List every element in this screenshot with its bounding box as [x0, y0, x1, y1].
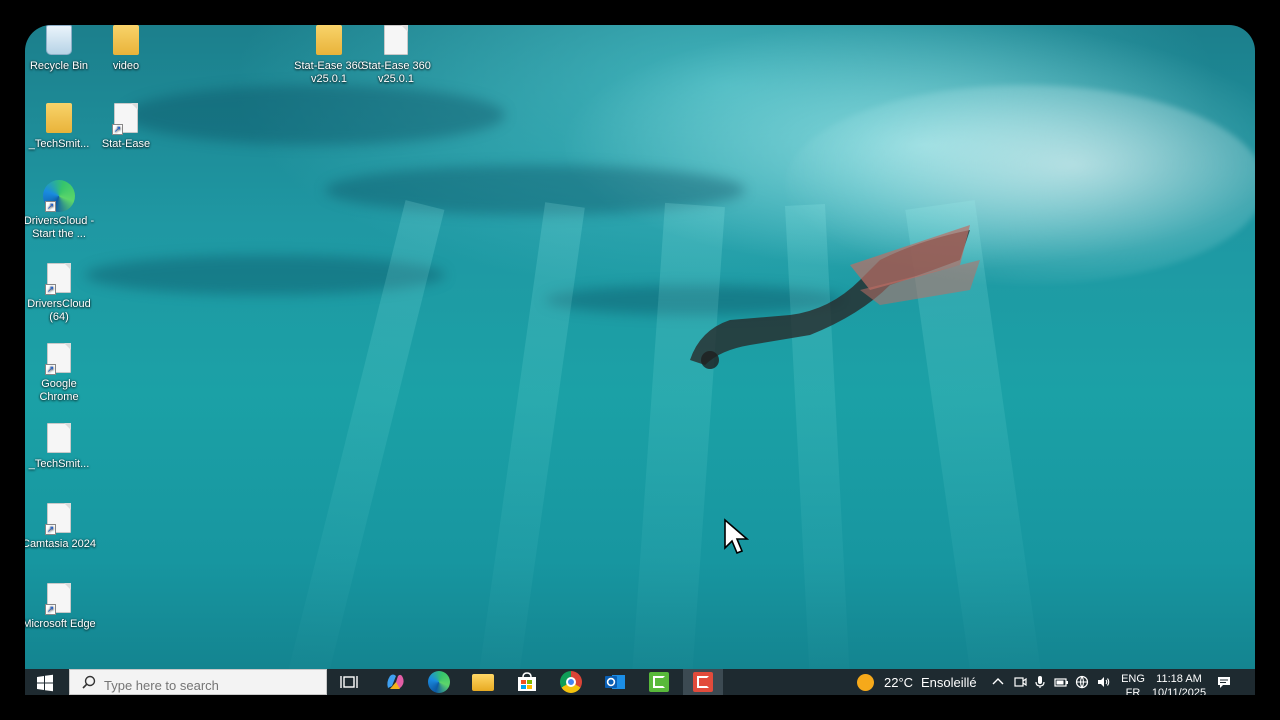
copilot-button[interactable]	[375, 669, 415, 695]
volume-icon[interactable]	[1096, 675, 1110, 689]
recycle-bin-icon	[46, 25, 72, 55]
notification-center-icon[interactable]	[1217, 675, 1231, 689]
store-icon	[518, 672, 536, 691]
input-language[interactable]: ENG FR	[1120, 672, 1146, 695]
sun-icon	[857, 674, 874, 691]
language-code: ENG	[1121, 673, 1145, 685]
chrome-button[interactable]	[551, 669, 591, 695]
outlook-button[interactable]	[595, 669, 635, 695]
desktop-icon-google-chrome[interactable]: ↗ Google Chrome	[25, 343, 96, 404]
desktop-icon-video[interactable]: video	[89, 25, 163, 73]
taskbar: 22°C Ensoleillé ENG FR 11:18 AM 10/11/20…	[25, 669, 1255, 695]
desktop-icon-label: DriversCloud (64)	[27, 298, 91, 323]
desktop-icon-label: _TechSmit...	[28, 138, 90, 150]
desktop-icon-stat-ease-360-file[interactable]: Stat-Ease 360 v25.0.1	[359, 25, 433, 86]
desktop-icon-driverscloud-start[interactable]: ↗ DriversCloud - Start the ...	[25, 180, 96, 241]
file-icon	[384, 25, 408, 55]
shortcut-arrow-icon: ↗	[45, 604, 56, 615]
clock-date: 10/11/2025	[1151, 687, 1207, 695]
desktop-icon-techsmith-file[interactable]: _TechSmit...	[25, 423, 96, 471]
mouse-cursor-icon	[724, 518, 749, 555]
desktop-icon-stat-ease-360-folder[interactable]: Stat-Ease 360 v25.0.1	[292, 25, 366, 86]
system-clock[interactable]: 11:18 AM 10/11/2025	[1151, 672, 1207, 695]
desktop-icon-camtasia-2024[interactable]: ↗ Camtasia 2024	[25, 503, 96, 551]
microphone-icon[interactable]	[1033, 675, 1047, 689]
task-view-button[interactable]	[329, 669, 369, 695]
camtasia-button[interactable]	[683, 669, 723, 695]
chevron-up-icon[interactable]	[991, 675, 1005, 689]
desktop-icon-label: Microsoft Edge	[25, 618, 96, 630]
shortcut-arrow-icon: ↗	[112, 124, 123, 135]
microsoft-store-button[interactable]	[507, 669, 547, 695]
edge-button[interactable]	[419, 669, 459, 695]
desktop-icon-label: Google Chrome	[39, 378, 79, 403]
desktop-icon-label: DriversCloud - Start the ...	[25, 215, 95, 240]
taskbar-search-box[interactable]	[69, 669, 327, 695]
desktop-icon-stat-ease[interactable]: ↗ Stat-Ease	[89, 103, 163, 151]
desktop-icon-recycle-bin[interactable]: Recycle Bin	[25, 25, 96, 73]
camtasia-red-icon	[693, 672, 713, 692]
folder-icon	[46, 103, 72, 133]
task-view-icon	[340, 676, 358, 688]
desktop-icon-label: Stat-Ease 360 v25.0.1	[361, 60, 431, 85]
shortcut-arrow-icon: ↗	[45, 524, 56, 535]
desktop-icon-label: _TechSmit...	[28, 458, 90, 470]
chrome-icon	[560, 671, 582, 693]
folder-icon	[472, 673, 494, 691]
diver-image	[690, 225, 980, 369]
weather-description: Ensoleillé	[921, 675, 977, 690]
desktop-icon-driverscloud-64[interactable]: ↗ DriversCloud (64)	[25, 263, 96, 324]
folder-icon	[316, 25, 342, 55]
meet-now-icon[interactable]	[1013, 675, 1027, 689]
shortcut-arrow-icon: ↗	[45, 201, 56, 212]
edge-icon	[428, 671, 450, 693]
copilot-icon	[387, 674, 404, 689]
folder-icon	[113, 25, 139, 55]
desktop-icon-label: Stat-Ease	[101, 138, 151, 150]
desktop-icon-label: Stat-Ease 360 v25.0.1	[294, 60, 364, 85]
windows-start-icon[interactable]	[35, 673, 55, 693]
desktop-icon-label: video	[112, 60, 140, 72]
camtasia-recorder-button[interactable]	[639, 669, 679, 695]
outlook-icon	[605, 675, 625, 689]
shortcut-arrow-icon: ↗	[45, 364, 56, 375]
desktop-icon-label: Recycle Bin	[29, 60, 89, 72]
weather-temperature: 22°C	[884, 675, 914, 690]
shortcut-arrow-icon: ↗	[45, 284, 56, 295]
battery-icon[interactable]	[1054, 675, 1068, 689]
file-explorer-button[interactable]	[463, 669, 503, 695]
camtasia-green-icon	[649, 672, 669, 692]
desktop-icon-label: Camtasia 2024	[25, 538, 96, 550]
weather-widget[interactable]: 22°C Ensoleillé	[855, 669, 977, 695]
network-globe-icon[interactable]	[1075, 675, 1089, 689]
clock-time: 11:18 AM	[1156, 673, 1202, 685]
language-sub: FR	[1125, 687, 1141, 695]
desktop-icon-microsoft-edge[interactable]: ↗ Microsoft Edge	[25, 583, 96, 631]
desktop: Recycle Bin video Stat-Ease 360 v25.0.1 …	[25, 25, 1255, 695]
file-icon	[47, 423, 71, 453]
search-icon	[82, 675, 96, 689]
search-input[interactable]	[104, 676, 314, 694]
desktop-icon-techsmith-folder[interactable]: _TechSmit...	[25, 103, 96, 151]
